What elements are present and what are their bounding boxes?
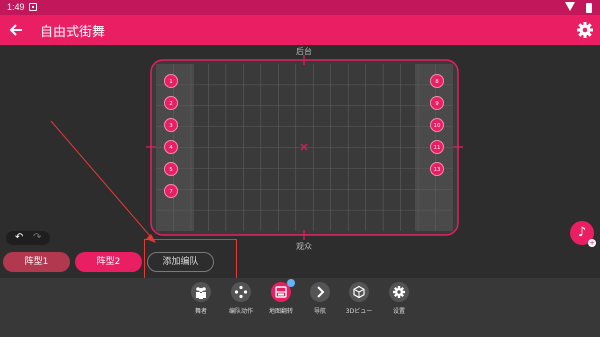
- wifi-icon: [565, 2, 575, 11]
- formation-2-button[interactable]: 阵型2: [75, 252, 142, 272]
- dancer-number: 13: [434, 167, 441, 173]
- annotation-arrow-line: [50, 120, 151, 237]
- annotation-highlight-box: [144, 239, 237, 279]
- tool-settings[interactable]: 设置: [376, 282, 422, 315]
- page-title: 自由式街舞: [40, 25, 106, 40]
- gamepad-icon: [231, 282, 251, 302]
- notification-icon: [29, 3, 37, 11]
- dancer-number: 8: [435, 79, 439, 85]
- dancers-icon: [191, 282, 211, 302]
- status-bar: 1:49: [0, 0, 600, 15]
- battery-icon: [586, 3, 592, 13]
- gear-icon: [389, 282, 409, 302]
- dancer-number: 9: [435, 101, 439, 107]
- music-note-icon: ♪: [577, 225, 587, 240]
- dancer-number: 3: [169, 123, 173, 129]
- dancer-number: 7: [169, 189, 173, 195]
- status-time: 1:49: [7, 2, 25, 12]
- app-bar: 自由式街舞: [0, 15, 600, 45]
- chevron-right-icon: [310, 282, 330, 302]
- dancer-number: 11: [434, 145, 441, 151]
- redo-icon[interactable]: ↷: [33, 232, 41, 243]
- cube-icon: [349, 282, 369, 302]
- undo-redo-group: ↶ ↷: [6, 231, 50, 245]
- undo-icon[interactable]: ↶: [15, 232, 23, 243]
- backstage-label: 后台: [296, 47, 312, 56]
- dancer-number: 2: [169, 101, 173, 107]
- bottom-toolbar: 舞者 编队动作 地图翻转 导航 3Dビュー 设置: [0, 278, 600, 337]
- app-root: 1:49 自由式街舞 1 2 3 4 5 7 8 9 10 11 13 后台 观…: [0, 0, 600, 337]
- dancer-number: 10: [434, 123, 441, 129]
- dancer-number: 5: [169, 167, 173, 173]
- flip-badge-icon: [287, 279, 295, 287]
- formation-1-button[interactable]: 阵型1: [3, 252, 70, 272]
- dancer-number: 1: [169, 79, 173, 85]
- dancer-number: 4: [169, 145, 173, 151]
- music-add-icon: +: [588, 239, 596, 247]
- music-button[interactable]: ♪ +: [570, 221, 596, 247]
- audience-label: 观众: [296, 242, 312, 251]
- tool-settings-label: 设置: [392, 308, 405, 315]
- settings-gear-icon[interactable]: [576, 21, 594, 39]
- back-arrow-icon[interactable]: [8, 21, 24, 39]
- flip-icon: [271, 279, 295, 302]
